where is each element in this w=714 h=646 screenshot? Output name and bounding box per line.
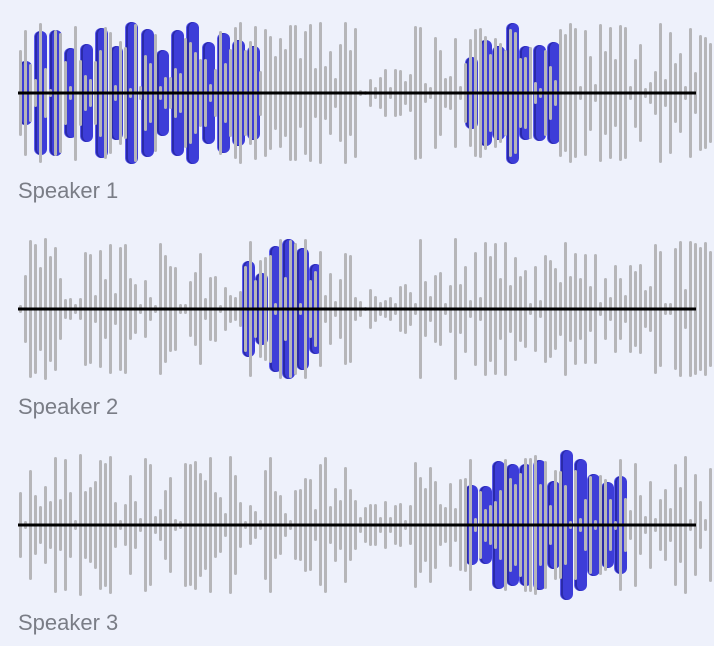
speaker-tracks-container: Speaker 1 Speaker 2 Speaker 3 (18, 18, 696, 636)
label-speaker-1: Speaker 1 (18, 178, 696, 204)
track-speaker-3: Speaker 3 (18, 450, 696, 636)
waveform-speaker-1 (18, 18, 696, 168)
track-speaker-1: Speaker 1 (18, 18, 696, 204)
track-speaker-2: Speaker 2 (18, 234, 696, 420)
waveform-speaker-3 (18, 450, 696, 600)
center-axis (18, 92, 696, 95)
label-speaker-2: Speaker 2 (18, 394, 696, 420)
label-speaker-3: Speaker 3 (18, 610, 696, 636)
waveform-speaker-2 (18, 234, 696, 384)
center-axis (18, 308, 696, 311)
center-axis (18, 524, 696, 527)
